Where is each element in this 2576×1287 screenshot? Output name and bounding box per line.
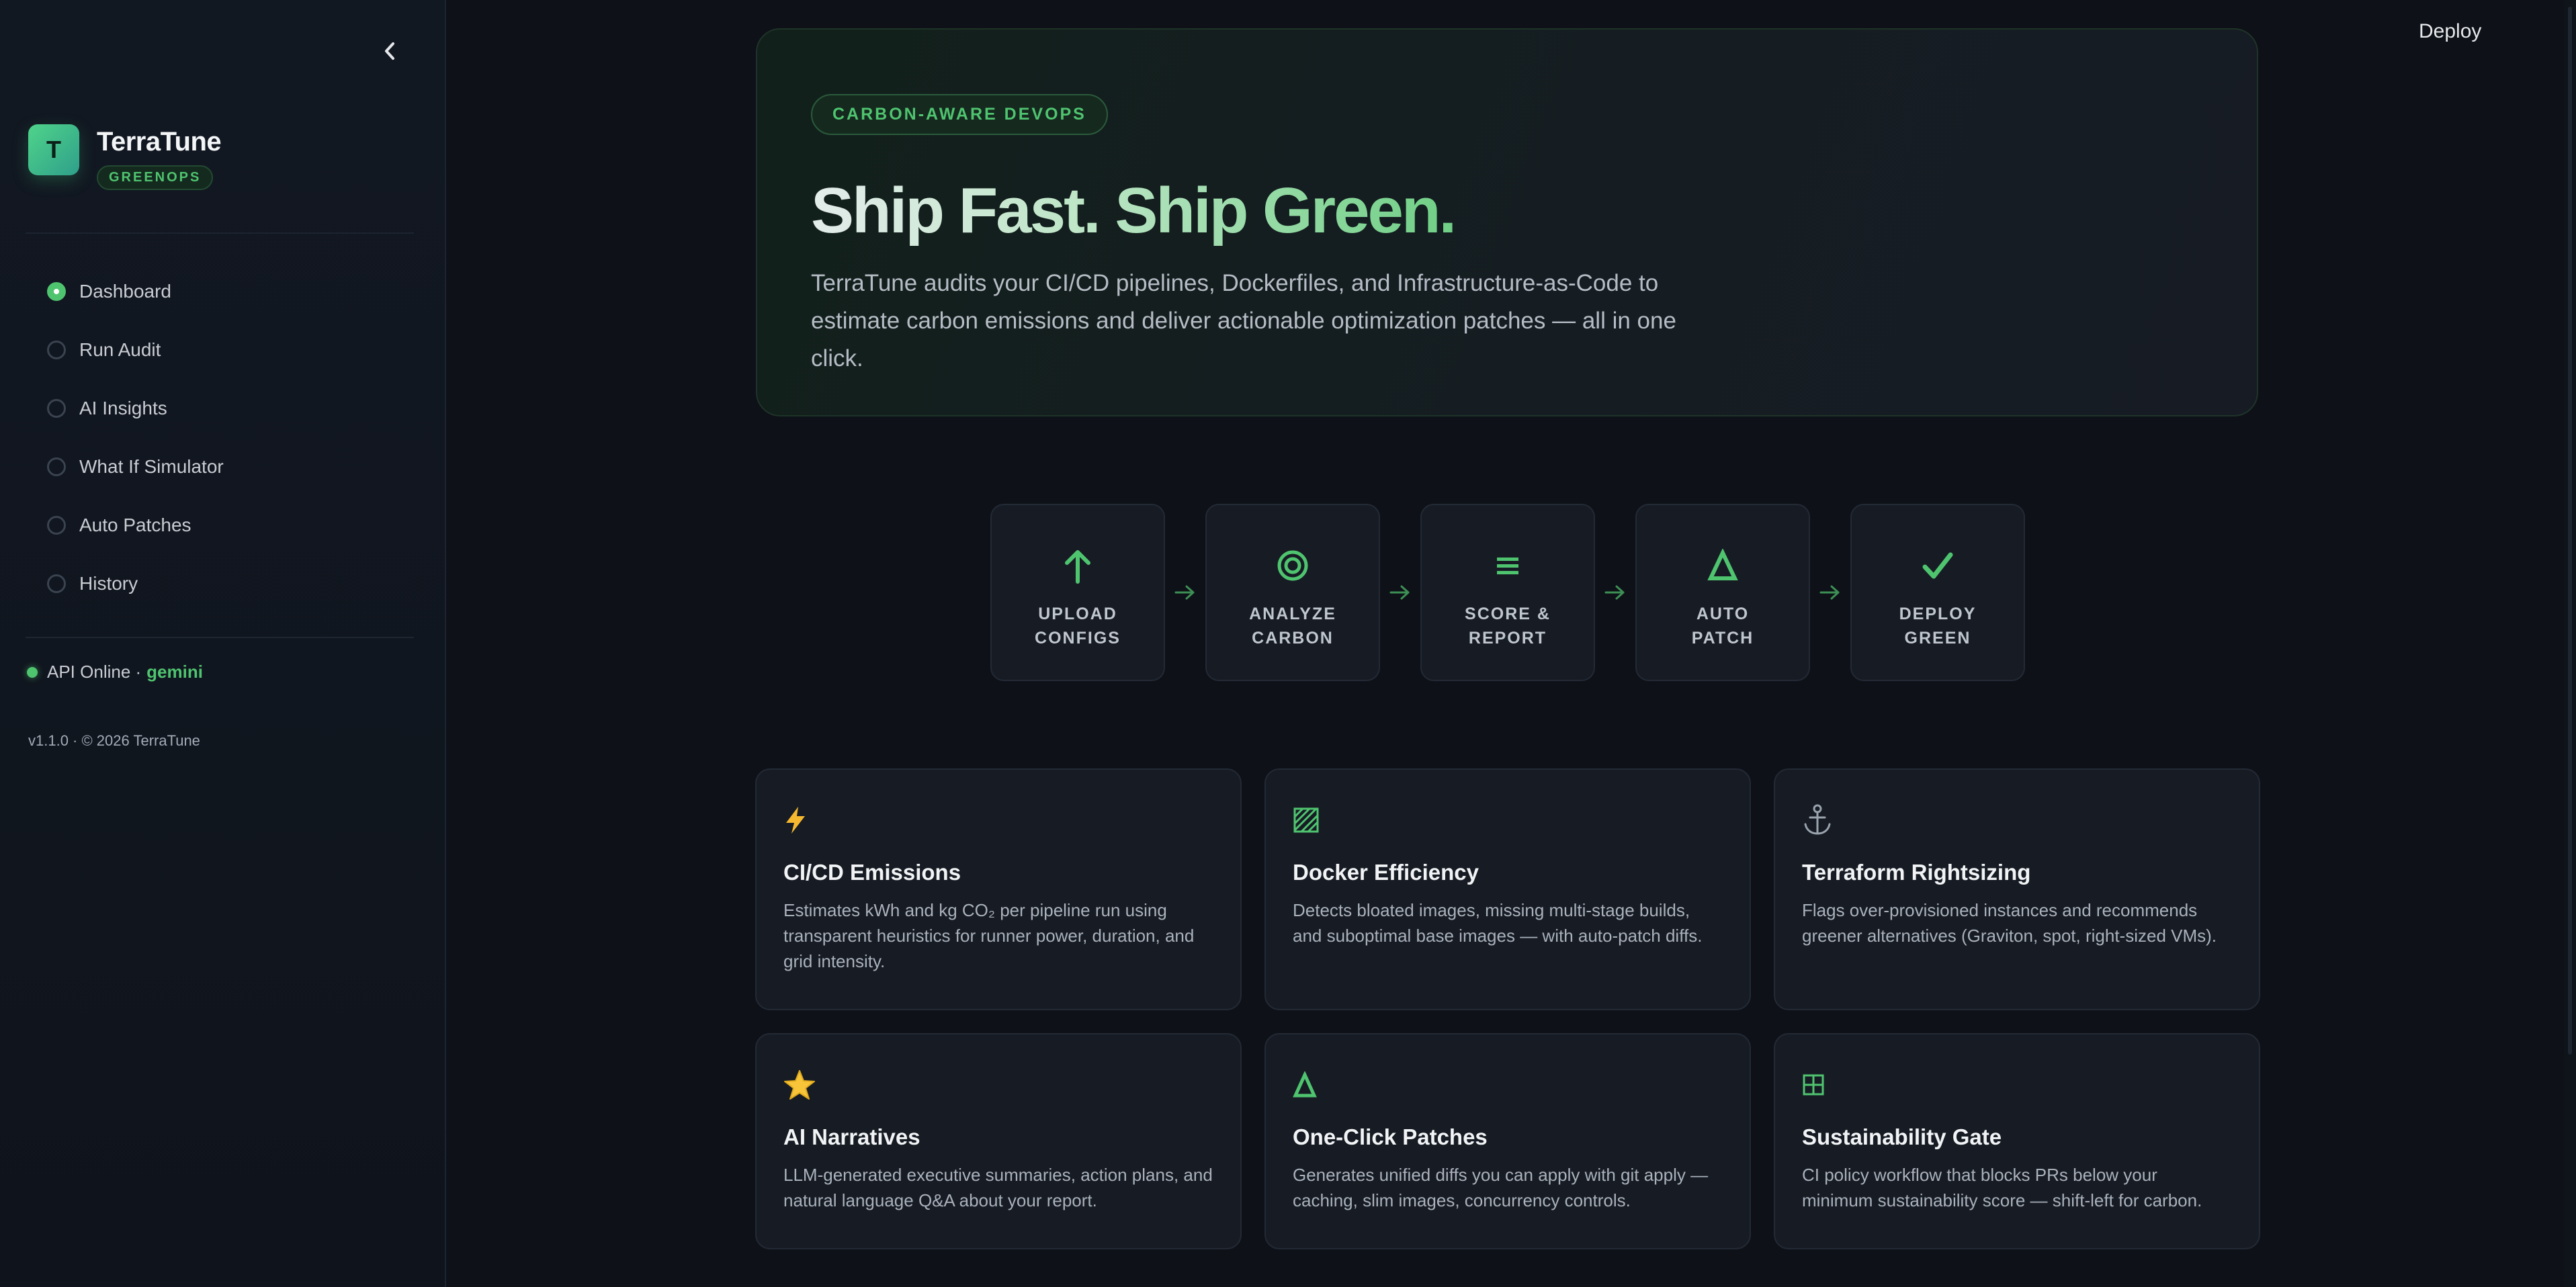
- step-label-line: AUTO: [1696, 605, 1750, 623]
- status-dot-icon: [27, 666, 38, 678]
- feature-card-ai-narratives: AI Narratives LLM-generated executive su…: [755, 1033, 1242, 1249]
- step-label-line: CONFIGS: [1035, 629, 1121, 648]
- card-description: LLM-generated executive summaries, actio…: [783, 1165, 1213, 1210]
- star-icon: [783, 1067, 1213, 1103]
- sidebar-nav: Dashboard Run Audit AI Insights What If …: [47, 262, 224, 613]
- list-icon: [1494, 545, 1521, 586]
- card-description: Detects bloated images, missing multi-st…: [1293, 900, 1703, 946]
- card-title: Sustainability Gate: [1802, 1124, 2002, 1149]
- hatched-square-icon: [1293, 802, 1723, 838]
- arrow-right-icon: [1595, 584, 1635, 601]
- lightning-icon: [783, 802, 1213, 838]
- radio-selected-icon: [47, 281, 66, 301]
- sidebar-item-auto-patches[interactable]: Auto Patches: [47, 496, 224, 554]
- card-title: CI/CD Emissions: [783, 860, 961, 885]
- card-description: Generates unified diffs you can apply wi…: [1293, 1165, 1709, 1210]
- deploy-button[interactable]: Deploy: [2419, 20, 2481, 43]
- sidebar-item-label: Auto Patches: [79, 514, 191, 535]
- sidebar-item-history[interactable]: History: [47, 554, 224, 613]
- sidebar-item-what-if-simulator[interactable]: What If Simulator: [47, 437, 224, 496]
- scrollbar-thumb[interactable]: [2568, 7, 2572, 1055]
- feature-card-sustainability-gate: Sustainability Gate CI policy workflow t…: [1774, 1033, 2260, 1249]
- feature-card-cicd-emissions: CI/CD Emissions Estimates kWh and kg CO₂…: [755, 768, 1242, 1010]
- feature-card-docker-efficiency: Docker Efficiency Detects bloated images…: [1264, 768, 1751, 1010]
- step-label-line: PATCH: [1691, 629, 1754, 648]
- step-label-line: SCORE &: [1465, 605, 1551, 623]
- step-analyze-carbon[interactable]: ANALYZE CARBON: [1205, 504, 1380, 681]
- card-description: Estimates kWh and kg CO₂ per pipeline ru…: [783, 900, 1195, 971]
- step-label-line: UPLOAD: [1038, 605, 1117, 623]
- feature-card-terraform-rightsizing: Terraform Rightsizing Flags over-provisi…: [1774, 768, 2260, 1010]
- hero-description: TerraTune audits your CI/CD pipelines, D…: [811, 270, 1676, 371]
- step-deploy-green[interactable]: DEPLOY GREEN: [1850, 504, 2025, 681]
- sidebar-item-label: Dashboard: [79, 280, 171, 302]
- hero-banner: CARBON-AWARE DEVOPS Ship Fast. Ship Gree…: [756, 28, 2258, 416]
- sidebar-divider: [26, 637, 414, 638]
- sidebar-item-run-audit[interactable]: Run Audit: [47, 320, 224, 379]
- arrow-up-icon: [1062, 545, 1094, 586]
- delta-icon: [1293, 1067, 1723, 1103]
- arrow-right-icon: [1165, 584, 1205, 601]
- sidebar-divider: [26, 232, 414, 234]
- brand-badge: GREENOPS: [97, 165, 214, 190]
- feature-cards: CI/CD Emissions Estimates kWh and kg CO₂…: [755, 768, 2260, 1249]
- check-icon: [1921, 545, 1955, 586]
- hero-badge: CARBON-AWARE DEVOPS: [811, 94, 1108, 135]
- step-upload-configs[interactable]: UPLOAD CONFIGS: [990, 504, 1165, 681]
- api-status-text: API Online ·: [47, 662, 142, 682]
- step-label-line: GREEN: [1904, 629, 1971, 648]
- sidebar: T TerraTune GREENOPS Dashboard Run Audit…: [0, 0, 446, 1287]
- radio-icon: [47, 574, 66, 593]
- arrow-right-icon: [1380, 584, 1420, 601]
- radio-icon: [47, 340, 66, 359]
- arrow-right-icon: [1810, 584, 1850, 601]
- app-name: TerraTune: [97, 127, 222, 157]
- step-label-line: CARBON: [1252, 629, 1334, 648]
- card-title: One-Click Patches: [1293, 1124, 1488, 1149]
- anchor-icon: [1802, 802, 2232, 838]
- card-description: Flags over-provisioned instances and rec…: [1802, 900, 2217, 946]
- card-description: CI policy workflow that blocks PRs below…: [1802, 1165, 2202, 1210]
- version-text: v1.1.0 · © 2026 TerraTune: [28, 732, 200, 749]
- chevron-left-icon: [385, 42, 394, 60]
- grid-square-icon: [1802, 1067, 2232, 1103]
- card-title: Terraform Rightsizing: [1802, 860, 2031, 885]
- collapse-sidebar-button[interactable]: [376, 35, 403, 67]
- sidebar-item-label: Run Audit: [79, 339, 161, 360]
- step-auto-patch[interactable]: AUTO PATCH: [1635, 504, 1810, 681]
- sidebar-item-dashboard[interactable]: Dashboard: [47, 262, 224, 320]
- sidebar-item-label: AI Insights: [79, 397, 167, 418]
- target-icon: [1276, 545, 1310, 586]
- workflow-steps: UPLOAD CONFIGS ANALYZE CARBON SCORE & RE…: [990, 504, 2025, 681]
- step-label-line: ANALYZE: [1249, 605, 1336, 623]
- sidebar-item-ai-insights[interactable]: AI Insights: [47, 379, 224, 437]
- app-logo: T: [28, 124, 79, 175]
- radio-icon: [47, 515, 66, 535]
- step-score-report[interactable]: SCORE & REPORT: [1420, 504, 1595, 681]
- radio-icon: [47, 398, 66, 418]
- feature-card-one-click-patches: One-Click Patches Generates unified diff…: [1264, 1033, 1751, 1249]
- card-title: AI Narratives: [783, 1124, 920, 1149]
- step-label-line: DEPLOY: [1899, 605, 1977, 623]
- sidebar-item-label: History: [79, 572, 138, 594]
- step-label-line: REPORT: [1468, 629, 1547, 648]
- api-status: API Online · gemini: [27, 662, 203, 682]
- sidebar-item-label: What If Simulator: [79, 455, 224, 477]
- card-title: Docker Efficiency: [1293, 860, 1479, 885]
- brand: T TerraTune GREENOPS: [28, 124, 222, 190]
- api-model-name: gemini: [146, 662, 203, 682]
- delta-icon: [1707, 545, 1738, 586]
- hero-title: Ship Fast. Ship Green.: [811, 174, 1457, 248]
- radio-icon: [47, 457, 66, 476]
